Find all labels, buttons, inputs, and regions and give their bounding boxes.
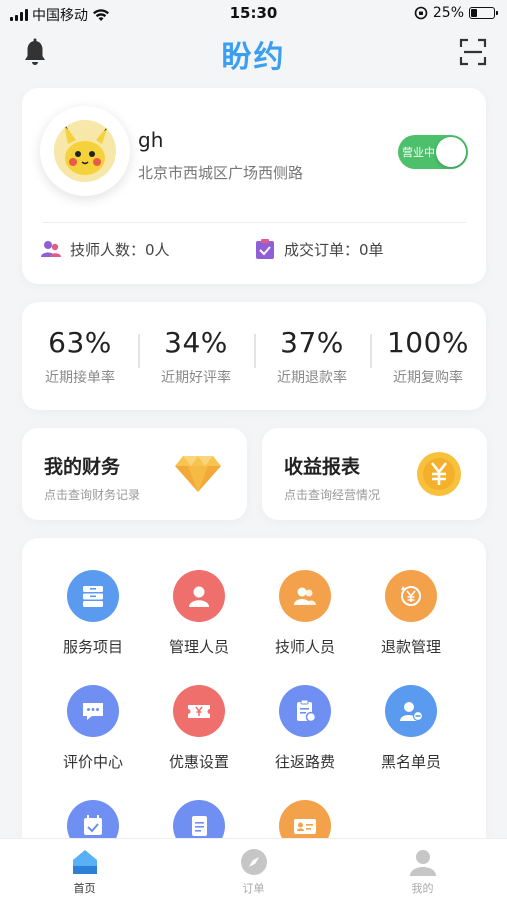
my-finance-card[interactable]: 我的财务 点击查询财务记录 [22, 428, 247, 520]
revenue-report-card[interactable]: 收益报表 点击查询经营情况 [262, 428, 487, 520]
compass-icon [240, 849, 267, 875]
app-logo: 盼约 [221, 40, 286, 75]
grid-item-schedule[interactable] [40, 800, 146, 838]
clipboard-icon [279, 685, 331, 737]
status-bar-right: 25% [414, 5, 498, 21]
metric-label: 近期复购率 [393, 369, 463, 386]
grid-item-managers[interactable]: 管理人员 [146, 570, 252, 657]
grid-item-documents[interactable] [146, 800, 252, 838]
status-bar: 中国移动 15:30 25% [0, 0, 507, 26]
grid-item-label: 往返路费 [274, 753, 335, 771]
metric-value: 100% [386, 325, 470, 359]
technicians-icon [41, 241, 61, 257]
metric-label: 近期好评率 [161, 369, 231, 386]
grid-item-label: 优惠设置 [168, 753, 229, 771]
bottom-tab-bar: 首页 订单 我的 [0, 838, 507, 900]
clipboard-check-icon [256, 239, 274, 259]
pikachu-avatar-image [54, 120, 116, 182]
wifi-icon [93, 9, 109, 21]
shop-address: 北京市西城区广场西侧路 [138, 164, 304, 182]
signal-icon [10, 9, 28, 21]
metric-label: 近期退款率 [277, 369, 347, 386]
shop-profile-card: gh 北京市西城区广场西侧路 营业中 技师人数：0人 成交订单：0单 [22, 88, 486, 284]
refund-icon [385, 570, 437, 622]
technician-count: 技师人数：0人 [40, 238, 170, 260]
coupon-icon [173, 685, 225, 737]
home-content[interactable]: gh 北京市西城区广场西侧路 营业中 技师人数：0人 成交订单：0单 63% 近… [0, 82, 507, 838]
grid-item-refunds[interactable]: 退款管理 [358, 570, 464, 657]
metric-accept-rate: 63% 近期接单率 [22, 326, 138, 387]
grid-item-label: 评价中心 [62, 753, 123, 771]
tab-label: 订单 [242, 882, 265, 895]
diamond-icon [175, 456, 221, 492]
technician-count-text: 技师人数：0人 [70, 240, 170, 259]
people-icon [279, 570, 331, 622]
orders-count: 成交订单：0单 [254, 238, 384, 260]
person-icon [173, 570, 225, 622]
document-icon [173, 800, 225, 838]
business-status-toggle[interactable]: 营业中 [398, 135, 468, 169]
user-icon [409, 850, 436, 876]
id-card-icon [279, 800, 331, 838]
tab-home[interactable]: 首页 [0, 839, 169, 900]
grid-item-discounts[interactable]: 优惠设置 [146, 685, 252, 772]
app-header: 盼约 [0, 26, 507, 82]
battery-text: 25% [432, 5, 464, 21]
grid-item-label: 黑名单员 [380, 753, 441, 771]
blocked-user-icon [385, 685, 437, 737]
tab-label: 我的 [411, 882, 434, 895]
tab-orders[interactable]: 订单 [169, 839, 338, 900]
calendar-check-icon [67, 800, 119, 838]
drawer-icon [67, 570, 119, 622]
grid-item-label: 技师人员 [274, 638, 335, 656]
tab-profile[interactable]: 我的 [338, 839, 507, 900]
home-icon [72, 850, 97, 874]
chat-icon [67, 685, 119, 737]
tab-label: 首页 [73, 882, 96, 895]
metric-value: 63% [48, 325, 112, 359]
battery-icon [469, 7, 498, 19]
metric-refund-rate: 37% 近期退款率 [254, 326, 370, 387]
revenue-report-subtitle: 点击查询经营情况 [284, 488, 381, 502]
metrics-card: 63% 近期接单率 34% 近期好评率 37% 近期退款率 100% 近期复购率 [22, 302, 486, 410]
my-finance-subtitle: 点击查询财务记录 [44, 488, 141, 502]
scan-icon[interactable] [459, 38, 487, 66]
metric-positive-rate: 34% 近期好评率 [138, 326, 254, 387]
metric-repurchase-rate: 100% 近期复购率 [370, 326, 486, 387]
shop-name: gh [138, 128, 164, 152]
grid-item-technicians[interactable]: 技师人员 [252, 570, 358, 657]
grid-item-label: 管理人员 [168, 638, 229, 656]
grid-item-id-card[interactable] [252, 800, 358, 838]
grid-item-label: 退款管理 [380, 638, 441, 656]
orders-count-text: 成交订单：0单 [284, 240, 384, 259]
avatar[interactable] [40, 106, 130, 196]
grid-item-service-items[interactable]: 服务项目 [40, 570, 146, 657]
carrier-name: 中国移动 [32, 8, 88, 24]
metric-value: 37% [280, 325, 344, 359]
status-bar-left: 中国移动 [10, 5, 110, 25]
toggle-knob [436, 137, 466, 167]
grid-item-label: 服务项目 [62, 638, 123, 656]
metric-value: 34% [164, 325, 228, 359]
revenue-report-title: 收益报表 [284, 456, 361, 478]
function-grid: 服务项目 管理人员 技师人员 退款管理 评价中心 优惠设置 往返路费 黑名单员 [22, 538, 486, 838]
my-finance-title: 我的财务 [44, 456, 121, 478]
grid-item-reviews[interactable]: 评价中心 [40, 685, 146, 772]
metric-label: 近期接单率 [45, 369, 115, 386]
toggle-label: 营业中 [402, 146, 435, 159]
orientation-lock-icon [414, 6, 428, 20]
battery-fill [471, 9, 477, 17]
divider [42, 222, 466, 223]
grid-item-travel-fees[interactable]: 往返路费 [252, 685, 358, 772]
yen-coin-icon [417, 452, 461, 496]
grid-item-blacklist[interactable]: 黑名单员 [358, 685, 464, 772]
